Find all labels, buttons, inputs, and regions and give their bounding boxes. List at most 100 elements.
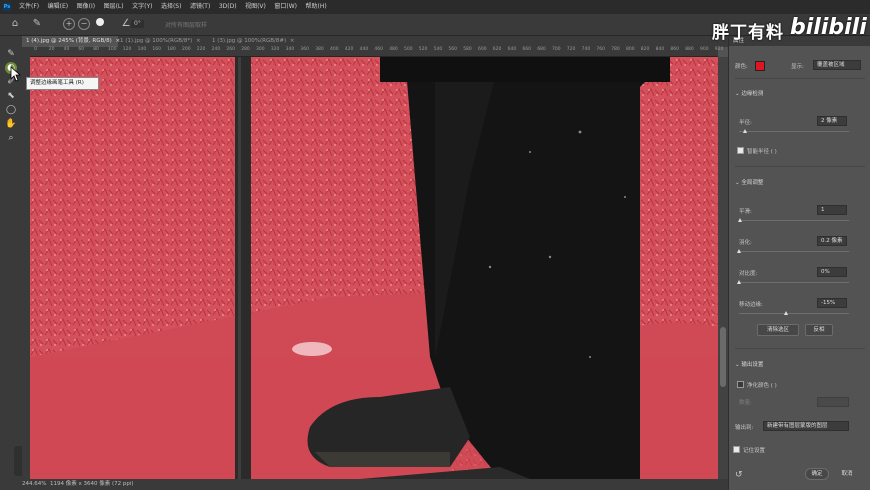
reset-icon[interactable]: ↺ [735,470,743,480]
menu-item[interactable]: 图像(I) [77,0,95,14]
hand-tool-icon[interactable]: ✋ [5,118,17,130]
scrollbar-thumb[interactable] [720,327,726,387]
radius-slider[interactable] [739,131,849,132]
shift-edge-label: 移动边缘: [739,302,763,308]
feather-label: 羽化: [739,240,752,246]
brush-size-icon[interactable] [94,18,106,30]
feather-field[interactable]: 0.2 像素 [817,236,847,246]
properties-panel: 属性 颜色: 显示: 覆盖被区域 ⌄ 边缘检测 半径: 2 像素 智能半径 ( … [728,36,870,490]
smooth-label: 平滑: [739,209,752,215]
ruler-tick-label: 200 [182,47,191,52]
cancel-button[interactable]: 取消 [835,468,859,480]
ruler-tick-label: 760 [596,47,605,52]
divider [735,348,865,349]
global-adjust-header[interactable]: ⌄ 全局调整 [735,178,763,186]
amount-label: 数量: [739,400,752,406]
invert-button[interactable]: 反相 [805,324,833,336]
radius-slider-knob[interactable] [742,129,747,133]
output-to-select[interactable]: 新建带有图层蒙版的图层 [763,421,849,431]
bilibili-logo: bilibili [790,15,867,40]
brush-tool-preset-icon[interactable]: ✎ [31,18,43,30]
shift-edge-slider[interactable] [739,313,849,314]
ruler-tick-label: 300 [256,47,265,52]
ruler-tick-label: 100 [108,47,117,52]
ruler-tick-label: 820 [640,47,650,52]
menu-item[interactable]: 视图(V) [245,0,266,14]
quick-selection-tool-icon[interactable]: ✎ [5,48,17,60]
ruler-tick-label: 220 [196,47,206,52]
tab-document-2[interactable]: 1 (1).jpg @ 100%(RGB/8*) × [116,36,210,47]
contrast-slider[interactable] [739,282,849,283]
decontaminate-colors-checkbox[interactable] [737,381,744,388]
ruler-tick-label: 140 [137,47,147,52]
add-mode-icon[interactable]: + [63,18,75,30]
canvas-image [30,57,718,479]
ruler-tick-label: 320 [270,47,280,52]
remember-settings-checkbox[interactable] [733,446,740,453]
ruler-tick-label: 340 [285,47,295,52]
feather-slider-knob[interactable] [737,249,742,253]
menu-bar: Ps 文件(F) 编辑(E) 图像(I) 图层(L) 文字(Y) 选择(S) 滤镜(T) 3D… [0,0,870,14]
decontaminate-colors-label: 净化颜色 ( ) [747,383,777,389]
ok-button[interactable]: 确定 [805,468,829,480]
smooth-slider-knob[interactable] [738,218,743,222]
canvas-vertical-scrollbar[interactable] [718,57,728,479]
smooth-slider[interactable] [739,220,849,221]
sample-all-layers-checkbox[interactable]: 对所有图层取样 [165,20,207,29]
overlay-color-swatch[interactable] [755,61,765,71]
menu-item[interactable]: 文字(Y) [132,0,152,14]
document-tabs: 1 (4).jpg @ 245% (背景, RGB/8) × 1 (1).jpg… [22,36,728,47]
tools-panel: ✎ ◐ ✐ ⬉ ◯ ✋ ⌕ [0,36,26,479]
document-info[interactable]: 1194 像素 x 3640 像素 (72 ppi) [50,479,134,490]
tab-document-1[interactable]: 1 (4).jpg @ 245% (背景, RGB/8) × [22,36,120,47]
mouse-pointer-icon [10,66,22,86]
menu-item[interactable]: 窗口(W) [274,0,297,14]
ruler-tick-label: 840 [655,47,665,52]
color-label: 颜色: [735,64,748,70]
contrast-field[interactable]: 0% [817,267,847,277]
ruler-tick-label: 560 [448,47,457,52]
output-settings-header[interactable]: ⌄ 输出设置 [735,360,763,368]
object-selection-tool-icon[interactable]: ⬉ [5,90,17,102]
smart-radius-checkbox[interactable] [737,147,744,154]
tab-document-3[interactable]: 1 (3).jpg @ 100%(RGB/8#) × [208,36,302,47]
menu-item[interactable]: 帮助(H) [306,0,327,14]
menu-item[interactable]: 选择(S) [161,0,182,14]
menu-item[interactable]: 文件(F) [19,0,39,14]
subtract-mode-icon[interactable]: − [78,18,90,30]
display-mode-select[interactable]: 覆盖被区域 [813,60,861,70]
ruler-tick-label: 740 [581,47,591,52]
menu-item[interactable]: 滤镜(T) [190,0,210,14]
remember-settings-label: 记住设置 [743,448,766,454]
zoom-tool-icon[interactable]: ⌕ [5,132,17,144]
ruler-tick-label: 160 [152,47,161,52]
shift-edge-field[interactable]: -15% [817,298,847,308]
angle-field[interactable]: 0° [131,20,144,28]
menu-item[interactable]: 3D(D) [219,0,237,14]
menu-items: 文件(F) 编辑(E) 图像(I) 图层(L) 文字(Y) 选择(S) 滤镜(T) 3D(D)… [19,0,335,14]
watermark-text: 胖丁有料 [712,23,784,43]
display-label: 显示: [791,64,804,70]
ruler-tick-label: 180 [167,47,176,52]
photoshop-logo-icon: Ps [3,3,11,11]
feather-slider[interactable] [739,251,849,252]
clear-selection-button[interactable]: 清除选区 [757,324,799,336]
smooth-field[interactable]: 1 [817,205,847,215]
lasso-tool-icon[interactable]: ◯ [5,104,17,116]
ruler-tick-label: 240 [211,47,221,52]
divider [735,78,865,79]
menu-item[interactable]: 图层(L) [104,0,124,14]
contrast-slider-knob[interactable] [737,280,741,284]
shift-edge-slider-knob[interactable] [783,311,788,315]
home-icon[interactable]: ⌂ [9,18,21,30]
menu-item[interactable]: 编辑(E) [48,0,68,14]
ruler-tick-label: 440 [359,47,369,52]
document-canvas[interactable] [30,57,718,479]
ruler-tick-label: 400 [330,47,339,52]
ruler-tick-label: 480 [389,47,398,52]
radius-field[interactable]: 2 像素 [817,116,847,126]
edge-detection-header[interactable]: ⌄ 边缘检测 [735,89,763,97]
tool-tooltip: 调整边缘画笔工具 (R) [26,77,99,90]
zoom-level[interactable]: 244.64% [22,479,46,490]
ruler-tick-label: 800 [626,47,635,52]
